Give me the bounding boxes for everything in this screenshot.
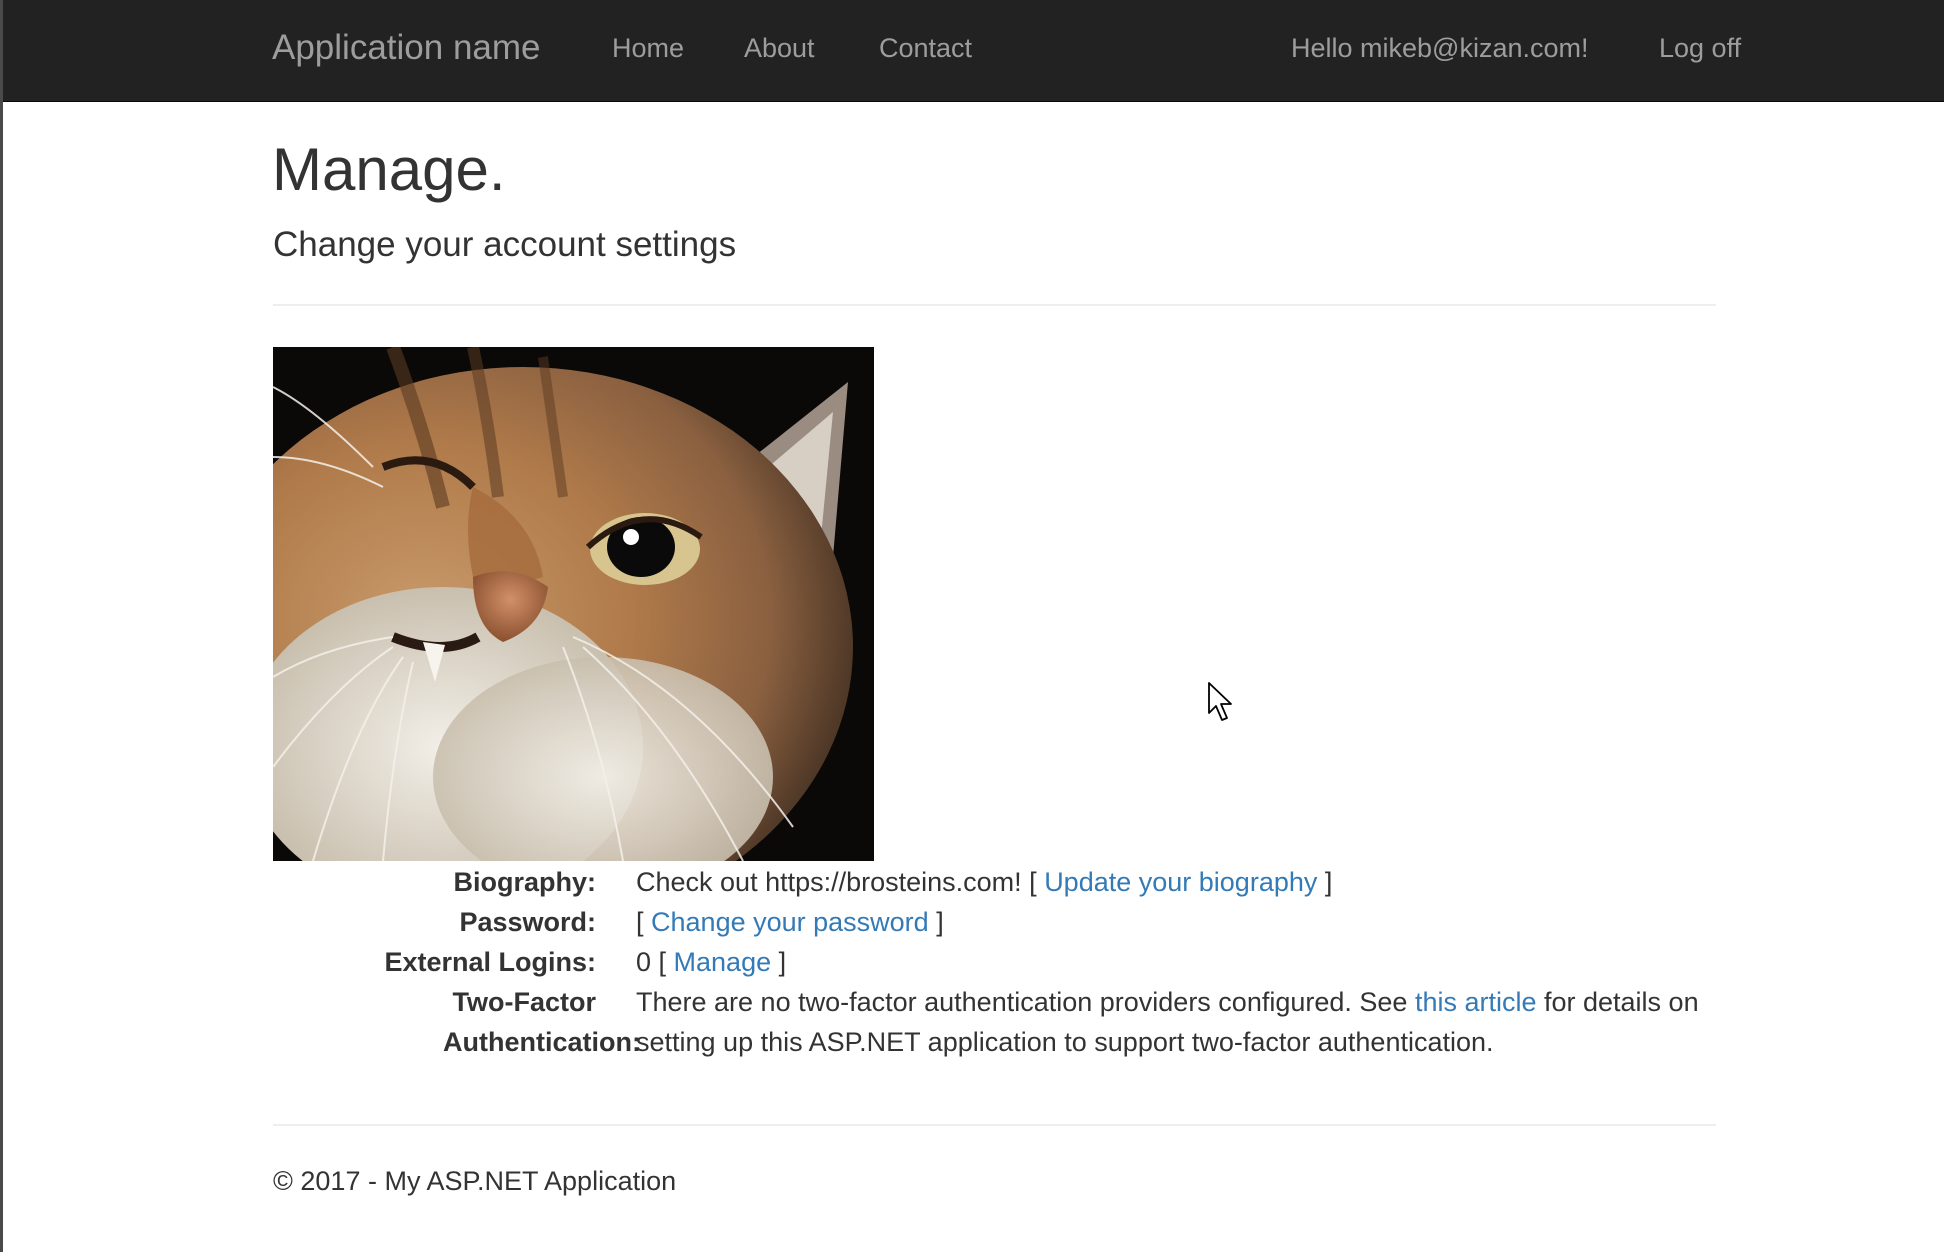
password-prefix: [ bbox=[636, 907, 652, 937]
page-title: Manage. bbox=[272, 136, 506, 203]
two-factor-row: Two-Factor Authentication: There are no … bbox=[273, 982, 1723, 1062]
profile-avatar-image bbox=[273, 347, 874, 861]
footer-copyright: © 2017 - My ASP.NET Application bbox=[273, 1166, 677, 1196]
password-suffix: ] bbox=[928, 907, 944, 937]
nav-home-link[interactable]: Home bbox=[612, 33, 684, 64]
page: Application name Home About Contact Hell… bbox=[0, 0, 1944, 1252]
biography-value: Check out https://brosteins.com! [ Updat… bbox=[636, 862, 1723, 902]
two-factor-text: There are no two-factor authentication p… bbox=[636, 987, 1415, 1017]
mouse-pointer-icon bbox=[1208, 682, 1232, 721]
external-logins-value: 0 [ Manage ] bbox=[636, 942, 1723, 982]
external-logins-suffix: ] bbox=[771, 947, 787, 977]
two-factor-article-link[interactable]: this article bbox=[1415, 987, 1537, 1017]
nav-about-link[interactable]: About bbox=[744, 33, 815, 64]
divider bbox=[273, 304, 1716, 306]
top-navbar: Application name Home About Contact Hell… bbox=[3, 0, 1944, 102]
brand-link[interactable]: Application name bbox=[272, 28, 541, 68]
two-factor-value: There are no two-factor authentication p… bbox=[636, 982, 1723, 1062]
password-value: [ Change your password ] bbox=[636, 902, 1723, 942]
change-password-link[interactable]: Change your password bbox=[651, 907, 929, 937]
biography-suffix: ] bbox=[1317, 867, 1333, 897]
biography-label: Biography: bbox=[453, 867, 596, 897]
footer-divider bbox=[273, 1124, 1716, 1126]
account-info-list: Biography: Check out https://brosteins.c… bbox=[273, 862, 1723, 1062]
biography-text: Check out https://brosteins.com! [ bbox=[636, 867, 1045, 897]
password-label: Password: bbox=[459, 907, 596, 937]
page-subtitle: Change your account settings bbox=[273, 225, 737, 264]
external-logins-row: External Logins: 0 [ Manage ] bbox=[273, 942, 1723, 982]
manage-logins-link[interactable]: Manage bbox=[674, 947, 772, 977]
two-factor-label: Two-Factor Authentication: bbox=[443, 987, 641, 1057]
log-off-link[interactable]: Log off bbox=[1659, 33, 1741, 64]
biography-row: Biography: Check out https://brosteins.c… bbox=[273, 862, 1723, 902]
external-logins-label: External Logins: bbox=[384, 947, 596, 977]
external-logins-count: 0 [ bbox=[636, 947, 674, 977]
update-biography-link[interactable]: Update your biography bbox=[1044, 867, 1317, 897]
password-row: Password: [ Change your password ] bbox=[273, 902, 1723, 942]
nav-contact-link[interactable]: Contact bbox=[879, 33, 972, 64]
user-greeting-link[interactable]: Hello mikeb@kizan.com! bbox=[1291, 33, 1589, 64]
